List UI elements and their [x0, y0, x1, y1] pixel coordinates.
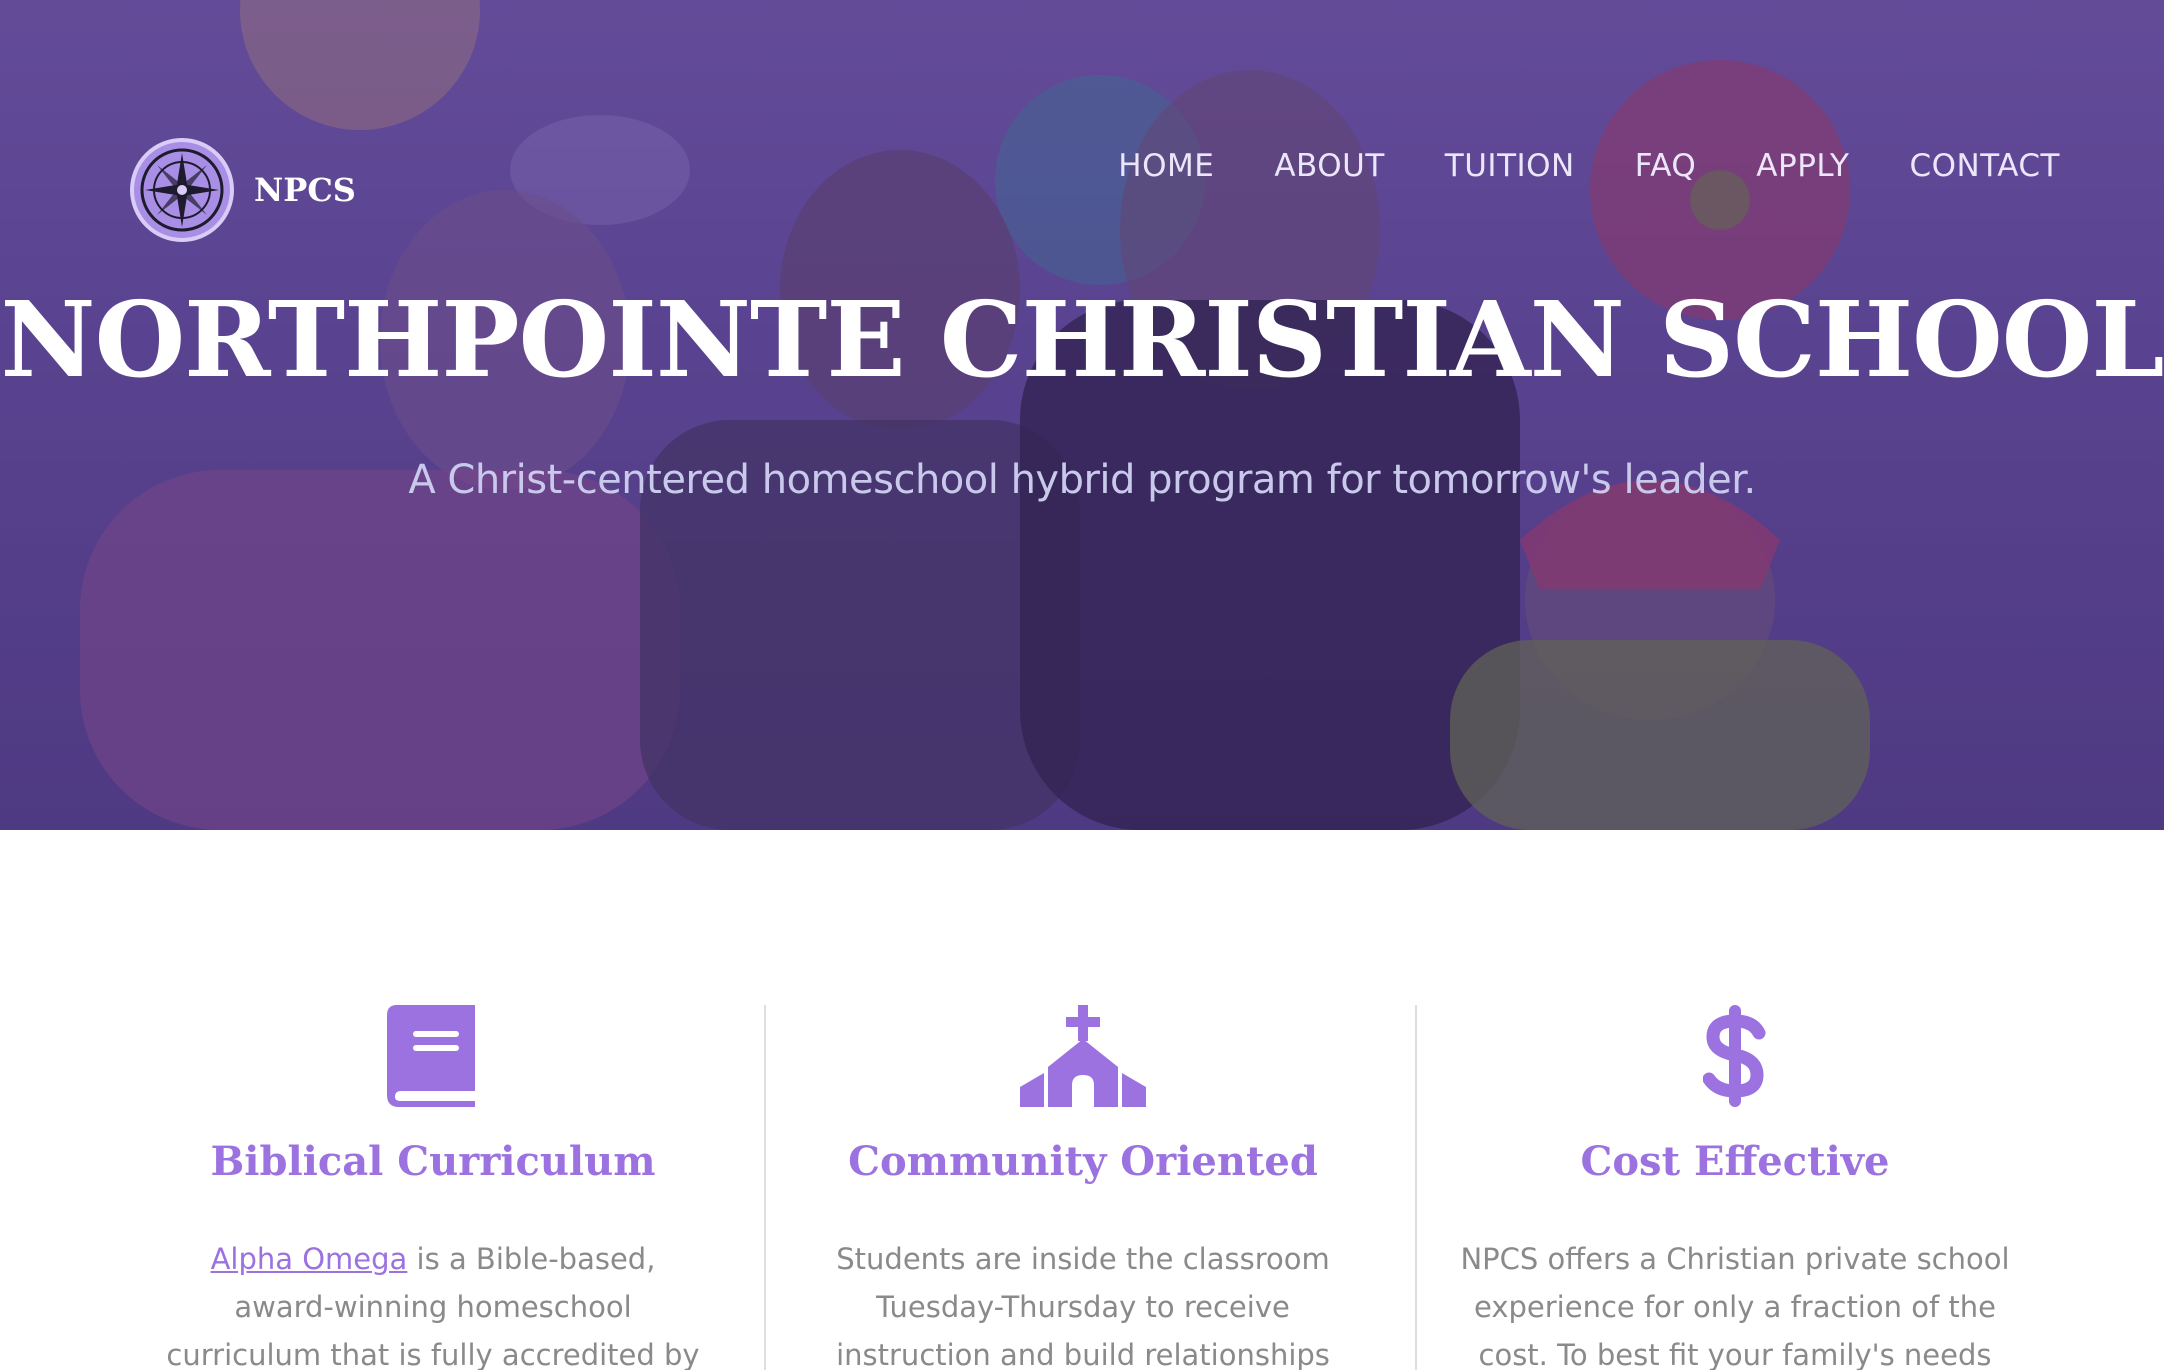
feature-title: Biblical Curriculum: [210, 1138, 656, 1185]
feature-text: NPCS offers a Christian private school e…: [1460, 1242, 2010, 1370]
nav-apply[interactable]: APPLY: [1756, 148, 1849, 184]
compass-logo-icon: [130, 138, 234, 242]
nav-tuition[interactable]: TUITION: [1445, 148, 1575, 184]
nav-home[interactable]: HOME: [1118, 148, 1214, 184]
hero-title: NORTHPOINTE CHRISTIAN SCHOOL: [0, 278, 2164, 401]
nav-faq[interactable]: FAQ: [1635, 148, 1697, 184]
nav-about[interactable]: ABOUT: [1274, 148, 1384, 184]
features-section: Biblical Curriculum Alpha Omega is a Bib…: [0, 830, 2164, 1370]
hero-subtitle: A Christ-centered homeschool hybrid prog…: [408, 457, 1756, 503]
feature-text: Alpha Omega is a Bible-based, award-winn…: [158, 1235, 708, 1370]
church-icon: [758, 1005, 1408, 1115]
nav-contact[interactable]: CONTACT: [1909, 148, 2060, 184]
site-logo[interactable]: NPCS: [130, 138, 356, 242]
feature-title: Cost Effective: [1580, 1138, 1890, 1185]
logo-text: NPCS: [254, 171, 356, 209]
dollar-icon: [1410, 1005, 2060, 1115]
alpha-omega-link[interactable]: Alpha Omega: [211, 1242, 408, 1276]
main-navigation: HOME ABOUT TUITION FAQ APPLY CONTACT: [1058, 148, 2060, 184]
hero-banner: NPCS HOME ABOUT TUITION FAQ APPLY CONTAC…: [0, 0, 2164, 830]
feature-title: Community Oriented: [848, 1138, 1318, 1185]
feature-text: Students are inside the classroom Tuesda…: [836, 1242, 1330, 1370]
hero-overlay: [0, 0, 2164, 830]
book-icon: [108, 1005, 758, 1115]
